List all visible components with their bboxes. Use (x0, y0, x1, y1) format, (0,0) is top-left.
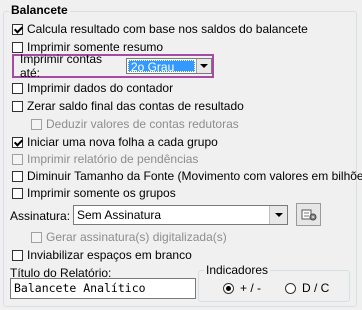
gerar-assinatura-checkbox (31, 231, 42, 243)
option-diminuir-fonte[interactable]: Diminuir Tamanho da Fonte (Movimento com… (12, 168, 362, 184)
dados-contador-checkbox[interactable] (12, 82, 23, 94)
assinatura-label: Assinatura: (10, 209, 71, 223)
nova-folha-checkbox[interactable] (12, 136, 23, 148)
radio-dc[interactable]: D / C (285, 281, 329, 295)
dc-radio[interactable] (285, 282, 296, 294)
contas-ate-label: Imprimir contas até: (20, 52, 103, 80)
pendencias-label: Imprimir relatório de pendências (27, 152, 199, 166)
pendencias-checkbox (12, 153, 23, 165)
somente-grupos-checkbox[interactable] (12, 187, 23, 199)
option-dados-contador[interactable]: Imprimir dados do contador (12, 80, 173, 96)
group-title: Balancete (9, 3, 70, 17)
assinatura-value: Sem Assinatura (77, 208, 162, 222)
option-nova-folha[interactable]: Iniciar uma nova folha a cada grupo (12, 134, 218, 150)
signature-settings-button[interactable] (296, 203, 321, 226)
option-deduzir: Deduzir valores de contas redutoras (31, 116, 239, 132)
option-calcula[interactable]: Calcula resultado com base nos saldos do… (12, 21, 308, 37)
option-somente-grupos[interactable]: Imprimir somente os grupos (12, 185, 176, 201)
inviabilizar-label: Inviabilizar espaços em branco (27, 248, 192, 262)
zerar-saldo-label: Zerar saldo final das contas de resultad… (27, 99, 244, 113)
contas-ate-select[interactable]: 2o Grau (125, 58, 212, 74)
mais-menos-label: + / - (240, 281, 262, 295)
somente-grupos-label: Imprimir somente os grupos (27, 186, 176, 200)
diminuir-fonte-label: Diminuir Tamanho da Fonte (Movimento com… (27, 169, 362, 183)
diminuir-fonte-checkbox[interactable] (12, 170, 23, 182)
calcula-checkbox[interactable] (12, 23, 23, 35)
gerar-assinatura-label: Gerar assinatura(s) digitalizada(s) (46, 230, 227, 244)
contas-ate-value: 2o Grau (127, 60, 195, 73)
chevron-down-icon[interactable] (269, 206, 287, 224)
assinatura-select[interactable]: Sem Assinatura (73, 205, 288, 225)
dc-label: D / C (302, 281, 330, 295)
resumo-checkbox[interactable] (12, 41, 23, 53)
chevron-down-icon[interactable] (196, 59, 211, 73)
dados-contador-label: Imprimir dados do contador (27, 81, 174, 95)
inviabilizar-checkbox[interactable] (12, 249, 23, 261)
titulo-input[interactable]: Balancete Analítico (10, 278, 196, 299)
option-zerar-saldo[interactable]: Zerar saldo final das contas de resultad… (12, 98, 244, 114)
option-inviabilizar[interactable]: Inviabilizar espaços em branco (12, 247, 192, 263)
option-gerar-assinatura: Gerar assinatura(s) digitalizada(s) (31, 229, 227, 245)
zerar-saldo-checkbox[interactable] (12, 100, 23, 112)
nova-folha-label: Iniciar uma nova folha a cada grupo (27, 135, 218, 149)
option-pendencias: Imprimir relatório de pendências (12, 151, 198, 167)
indicadores-group: Indicadores + / - D / C (198, 263, 350, 302)
contas-ate-highlight: Imprimir contas até: 2o Grau (12, 52, 214, 80)
indicadores-title: Indicadores (204, 263, 271, 277)
deduzir-checkbox (31, 118, 42, 130)
deduzir-label: Deduzir valores de contas redutoras (46, 117, 239, 131)
calcula-label: Calcula resultado com base nos saldos do… (27, 22, 308, 36)
radio-mais-menos[interactable]: + / - (223, 281, 261, 295)
mais-menos-radio[interactable] (223, 282, 234, 294)
signature-settings-icon (301, 209, 316, 220)
